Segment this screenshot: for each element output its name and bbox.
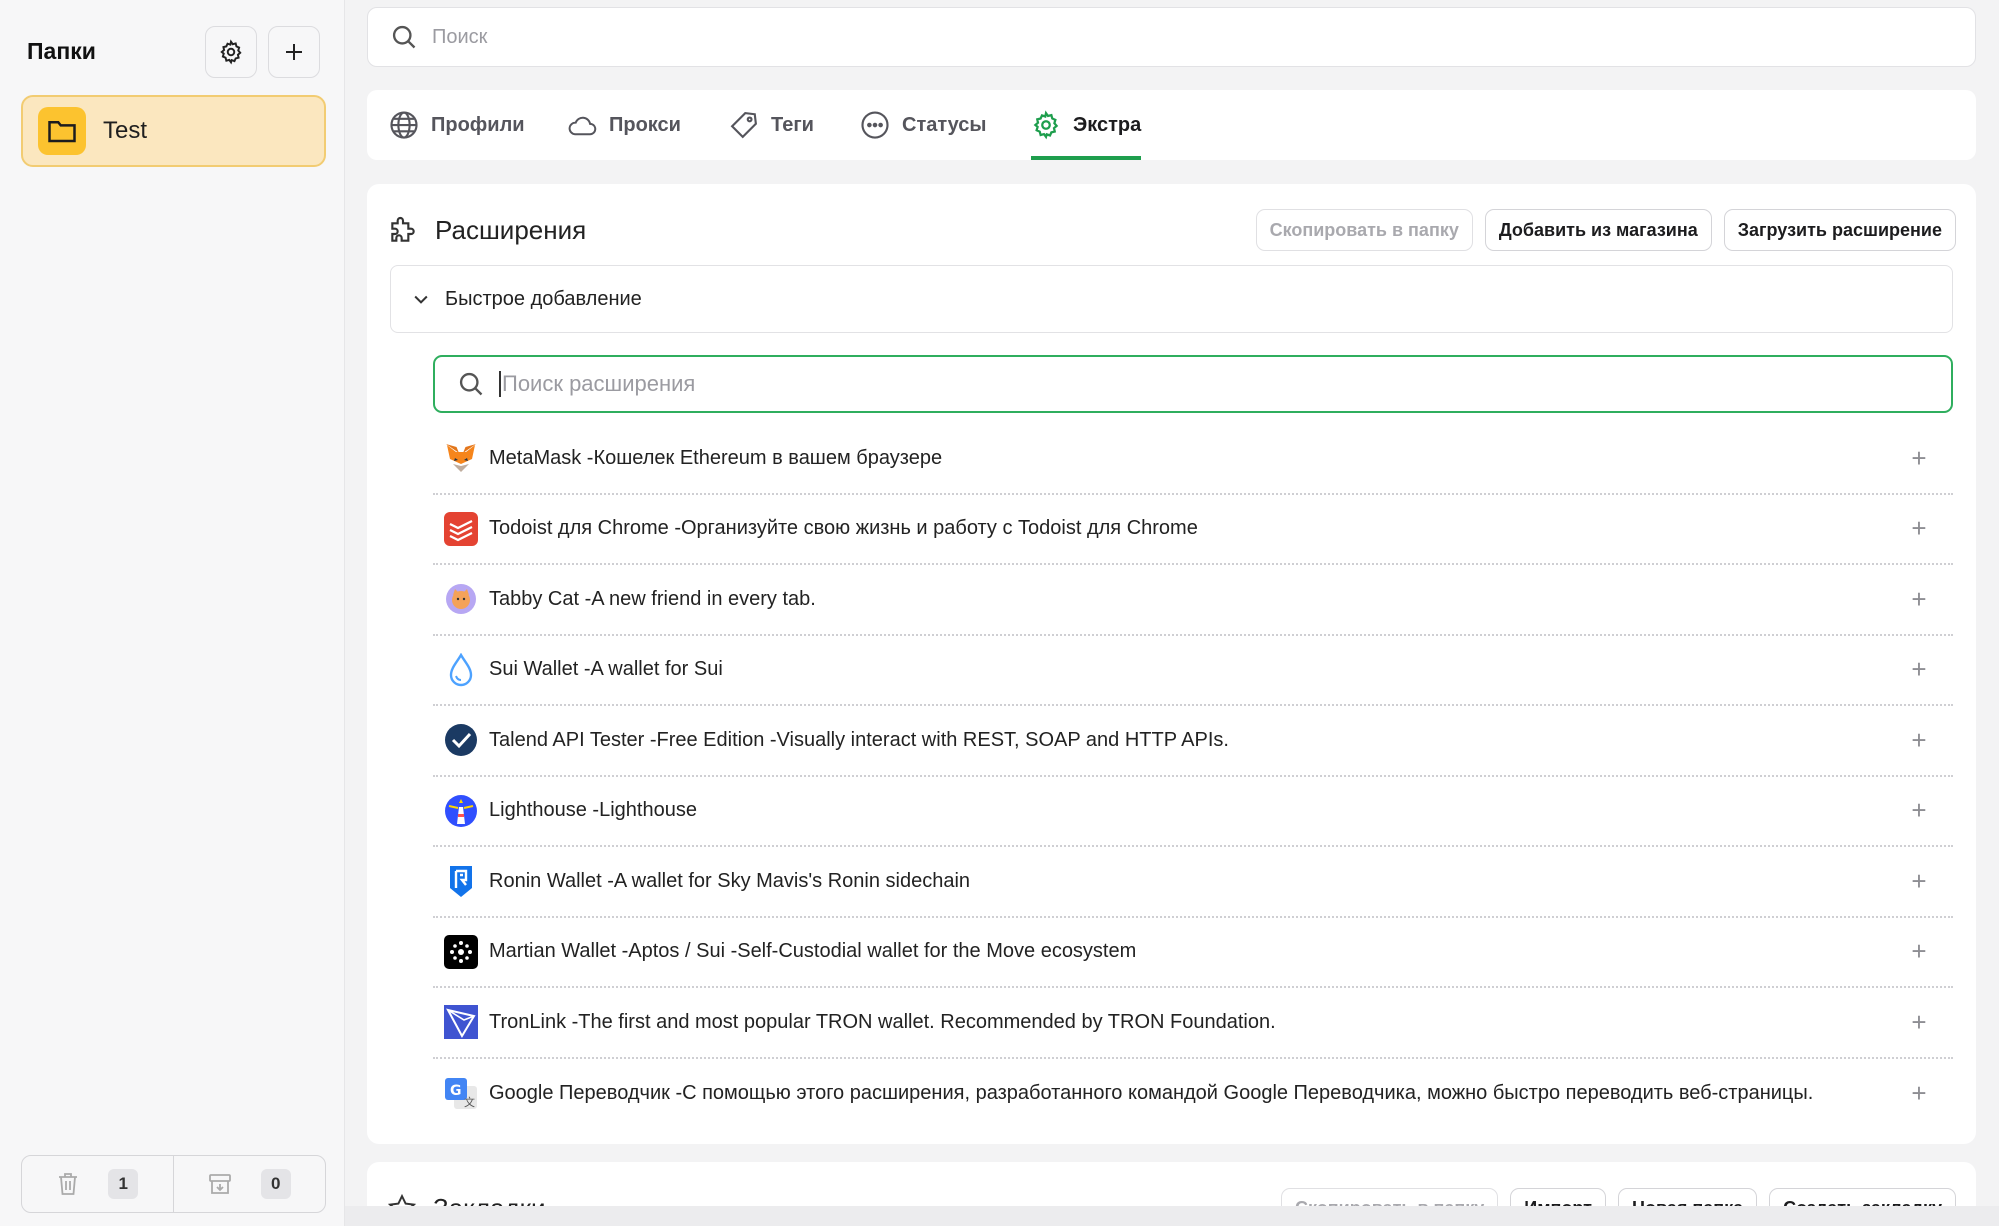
add-extension-button[interactable]: + — [1907, 443, 1931, 474]
archive-icon — [209, 1174, 232, 1194]
list-item: Talend API Tester -Free Edition -Visuall… — [433, 706, 1953, 777]
folder-item-test[interactable]: Test — [21, 95, 326, 167]
tab-tags[interactable]: Теги — [729, 90, 814, 160]
extension-name: Tabby Cat -A new friend in every tab. — [489, 587, 816, 610]
add-from-store-button[interactable]: Добавить из магазина — [1484, 209, 1712, 251]
extension-name: Talend API Tester -Free Edition -Visuall… — [489, 728, 1229, 751]
gear-icon — [1033, 110, 1059, 140]
tab-label: Теги — [771, 113, 814, 136]
folder-settings-button[interactable] — [205, 26, 257, 78]
svg-text:文: 文 — [464, 1095, 475, 1109]
svg-text:G: G — [450, 1083, 462, 1099]
extension-name: Lighthouse -Lighthouse — [489, 799, 697, 822]
extension-name: Todoist для Chrome -Организуйте свою жиз… — [489, 517, 1198, 540]
add-extension-button[interactable]: + — [1907, 1007, 1931, 1038]
extension-name: TronLink -The first and most popular TRO… — [489, 1010, 1276, 1033]
sui-droplet-icon — [443, 652, 479, 688]
list-item: Todoist для Chrome -Организуйте свою жиз… — [433, 495, 1953, 565]
tab-statuses[interactable]: Статусы — [860, 90, 986, 160]
main-tabs: Профили Прокси Теги Статусы Экстра — [367, 90, 1976, 160]
list-item: Sui Wallet -A wallet for Sui + — [433, 636, 1953, 706]
trash-button[interactable]: 1 — [22, 1156, 173, 1212]
martian-icon — [443, 934, 479, 970]
add-extension-button[interactable]: + — [1907, 513, 1931, 544]
search-input[interactable]: Поиск — [367, 7, 1976, 67]
add-extension-button[interactable]: + — [1907, 725, 1931, 756]
sidebar-bottom-bar: 1 0 — [21, 1155, 326, 1213]
tab-label: Статусы — [902, 113, 987, 136]
tab-label: Экстра — [1073, 113, 1142, 136]
search-icon — [459, 372, 483, 396]
add-extension-button[interactable]: + — [1907, 584, 1931, 615]
add-extension-button[interactable]: + — [1907, 936, 1931, 967]
add-folder-button[interactable] — [268, 26, 320, 78]
dots-circle-icon — [861, 111, 889, 139]
text-cursor — [499, 371, 501, 397]
extension-search-input[interactable]: Поиск расширения — [433, 355, 1953, 413]
tab-label: Профили — [431, 113, 525, 136]
tab-profiles[interactable]: Профили — [389, 90, 525, 160]
extension-name: Martian Wallet -Aptos / Sui -Self-Custod… — [489, 940, 1137, 963]
tab-label: Прокси — [609, 113, 681, 136]
metamask-icon — [443, 440, 479, 476]
add-extension-button[interactable]: + — [1907, 795, 1931, 826]
extension-name: Ronin Wallet -A wallet for Sky Mavis's R… — [489, 869, 971, 892]
list-item: TronLink -The first and most popular TRO… — [433, 988, 1953, 1059]
extensions-title: Расширения — [435, 214, 587, 245]
copy-to-folder-button[interactable]: Скопировать в папку — [1255, 209, 1473, 251]
add-extension-button[interactable]: + — [1907, 654, 1931, 685]
quick-add-label: Быстрое добавление — [445, 287, 642, 310]
extension-name: MetaMask -Кошелек Ethereum в вашем брауз… — [489, 446, 943, 469]
extension-name: Google Переводчик -С помощью этого расши… — [489, 1082, 1814, 1105]
extension-list: MetaMask -Кошелек Ethereum в вашем брауз… — [433, 424, 1953, 1129]
sidebar: Папки Test 1 0 — [0, 0, 345, 1226]
quick-add-accordion[interactable]: Быстрое добавление — [390, 265, 1953, 333]
bottom-edge — [345, 1206, 1999, 1226]
tab-extra[interactable]: Экстра — [1031, 90, 1142, 160]
list-item: Ronin Wallet -A wallet for Sky Mavis's R… — [433, 847, 1953, 918]
gear-icon — [220, 39, 242, 65]
globe-icon — [390, 111, 418, 139]
extension-search-placeholder: Поиск расширения — [502, 371, 696, 396]
list-item: MetaMask -Кошелек Ethereum в вашем брауз… — [433, 424, 1953, 495]
lighthouse-icon — [443, 793, 479, 829]
upload-extension-button[interactable]: Загрузить расширение — [1723, 209, 1956, 251]
add-extension-button[interactable]: + — [1907, 1078, 1931, 1109]
add-extension-button[interactable]: + — [1907, 866, 1931, 897]
trash-count: 1 — [108, 1169, 139, 1199]
tabby-cat-icon — [443, 581, 479, 617]
extensions-header: Расширения Скопировать в папку Добавить … — [387, 204, 1956, 256]
todoist-icon — [443, 511, 479, 547]
search-icon — [392, 25, 416, 49]
google-translate-icon: G文 — [443, 1076, 479, 1112]
folder-icon — [38, 107, 86, 155]
folder-name: Test — [103, 117, 148, 144]
archive-count: 0 — [260, 1169, 291, 1199]
archive-button[interactable]: 0 — [173, 1156, 325, 1212]
tag-icon — [730, 112, 757, 139]
talend-check-icon — [443, 722, 479, 758]
ronin-shield-icon — [443, 863, 479, 899]
extension-name: Sui Wallet -A wallet for Sui — [489, 658, 723, 681]
search-placeholder: Поиск — [432, 25, 488, 48]
list-item: Martian Wallet -Aptos / Sui -Self-Custod… — [433, 918, 1953, 988]
list-item: Tabby Cat -A new friend in every tab. + — [433, 565, 1953, 636]
chevron-down-icon — [414, 295, 428, 304]
trash-icon — [58, 1173, 77, 1195]
cloud-icon — [568, 116, 597, 136]
list-item: Lighthouse -Lighthouse + — [433, 777, 1953, 847]
list-item: G文 Google Переводчик -С помощью этого ра… — [433, 1059, 1953, 1130]
tab-proxy[interactable]: Прокси — [567, 90, 681, 160]
tronlink-icon — [443, 1004, 479, 1040]
plus-icon — [286, 44, 302, 60]
puzzle-icon — [391, 217, 415, 242]
sidebar-title: Папки — [27, 38, 96, 64]
extensions-panel: Расширения Скопировать в папку Добавить … — [367, 184, 1976, 1144]
